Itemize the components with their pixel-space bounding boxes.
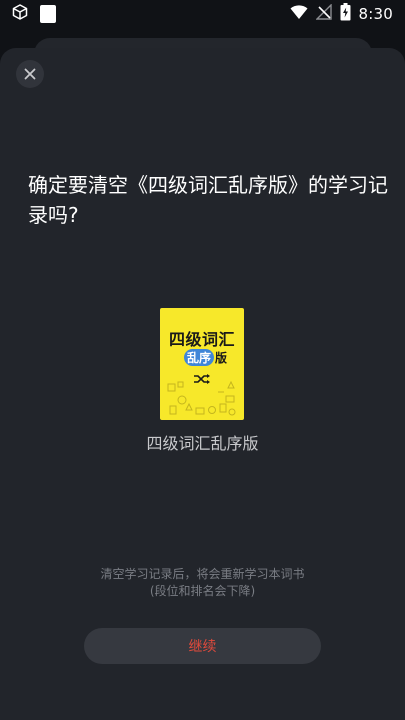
continue-button[interactable]: 继续 (84, 628, 321, 664)
wifi-icon (290, 4, 308, 24)
status-bar: 8:30 (0, 0, 405, 28)
status-right: 8:30 (290, 3, 393, 25)
book-name: 四级词汇乱序版 (146, 434, 259, 453)
cover-subtitle: 乱序 版 (179, 348, 232, 366)
cover-subtitle-rest: 版 (215, 350, 228, 365)
close-button[interactable] (16, 60, 44, 88)
cover-subtitle-highlight: 乱序 (184, 348, 215, 366)
cover-title: 四级词汇 (168, 330, 235, 349)
cube-icon (12, 4, 28, 24)
status-time: 8:30 (358, 5, 393, 23)
book-cover: 四级词汇 乱序 版 (160, 308, 244, 420)
square-icon (40, 5, 56, 23)
no-signal-icon (314, 3, 332, 24)
clear-hint: 清空学习记录后，将会重新学习本词书 (段位和排名会下降) (0, 566, 405, 600)
battery-charging-icon (340, 3, 351, 25)
status-left (12, 4, 56, 24)
clear-hint-line1: 清空学习记录后，将会重新学习本词书 (100, 567, 305, 581)
cover-pattern-decoration (166, 378, 238, 420)
clear-hint-line2: (段位和排名会下降) (149, 584, 256, 598)
close-icon (24, 65, 36, 84)
confirm-question: 确定要清空《四级词汇乱序版》的学习记录吗? (28, 173, 388, 227)
